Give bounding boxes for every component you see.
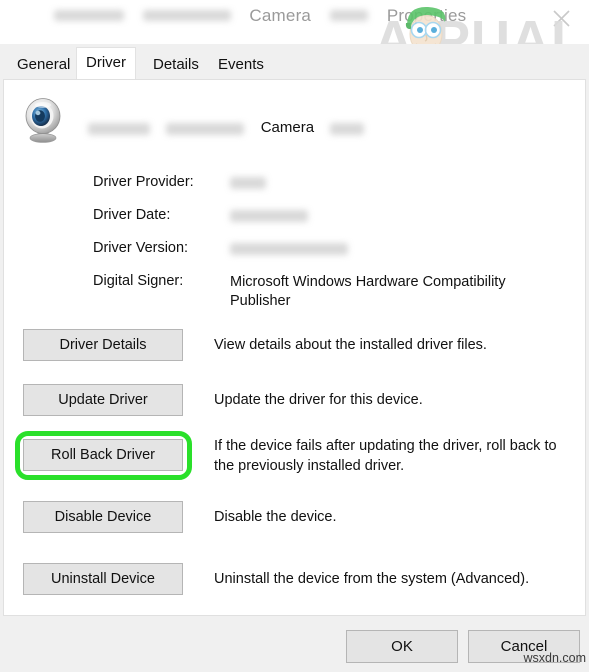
dialog-footer: OK Cancel wsxdn.com (0, 616, 589, 672)
redacted-device-segment-3 (330, 123, 365, 136)
window-title-properties: Properties (386, 6, 467, 25)
uninstall-device-description: Uninstall the device from the system (Ad… (214, 571, 530, 587)
update-driver-description: Update the driver for this device. (214, 392, 423, 408)
redacted-driver-provider (230, 177, 266, 190)
driver-date-value (230, 207, 560, 226)
redacted-device-segment-2 (166, 123, 245, 136)
driver-tab-panel: Camera Driver Provider: Driver Date: Dri… (3, 79, 586, 616)
uninstall-device-button[interactable]: Uninstall Device (23, 563, 183, 595)
tab-details[interactable]: Details (144, 50, 208, 80)
device-name-camera: Camera (260, 119, 315, 136)
driver-provider-label: Driver Provider: (93, 174, 194, 190)
close-icon (552, 10, 570, 27)
roll-back-driver-description: If the device fails after updating the d… (214, 438, 557, 474)
tab-general[interactable]: General (8, 50, 79, 80)
digital-signer-label: Digital Signer: (93, 273, 184, 289)
site-watermark: wsxdn.com (523, 651, 586, 665)
update-driver-button[interactable]: Update Driver (23, 384, 183, 416)
redacted-device-segment-1 (88, 123, 150, 136)
redacted-driver-date (230, 210, 308, 223)
driver-version-value (230, 240, 560, 259)
device-properties-dialog: Camera Properties A PUALS (0, 0, 589, 672)
tab-driver[interactable]: Driver (76, 47, 136, 80)
ok-button[interactable]: OK (346, 630, 458, 663)
title-bar: Camera Properties (0, 0, 589, 44)
driver-date-label: Driver Date: (93, 207, 171, 223)
webcam-icon (17, 96, 71, 144)
driver-provider-value (230, 174, 560, 193)
redacted-title-segment-3 (329, 10, 368, 22)
tab-events[interactable]: Events (209, 50, 273, 80)
device-name: Camera (88, 119, 365, 136)
digital-signer-value: Microsoft Windows Hardware Compatibility… (230, 274, 506, 309)
close-button[interactable] (541, 2, 581, 32)
roll-back-driver-button[interactable]: Roll Back Driver (23, 439, 183, 471)
driver-details-button[interactable]: Driver Details (23, 329, 183, 361)
disable-device-description: Disable the device. (214, 509, 337, 525)
driver-version-label: Driver Version: (93, 240, 189, 256)
redacted-title-segment-1 (53, 10, 124, 22)
window-title: Camera Properties (0, 6, 520, 26)
window-title-camera: Camera (249, 6, 312, 25)
driver-details-description: View details about the installed driver … (214, 337, 487, 353)
disable-device-button[interactable]: Disable Device (23, 501, 183, 533)
redacted-driver-version (230, 243, 348, 256)
redacted-title-segment-2 (142, 10, 231, 22)
tab-strip: General Driver Details Events (0, 44, 589, 80)
device-header: Camera (4, 96, 585, 144)
